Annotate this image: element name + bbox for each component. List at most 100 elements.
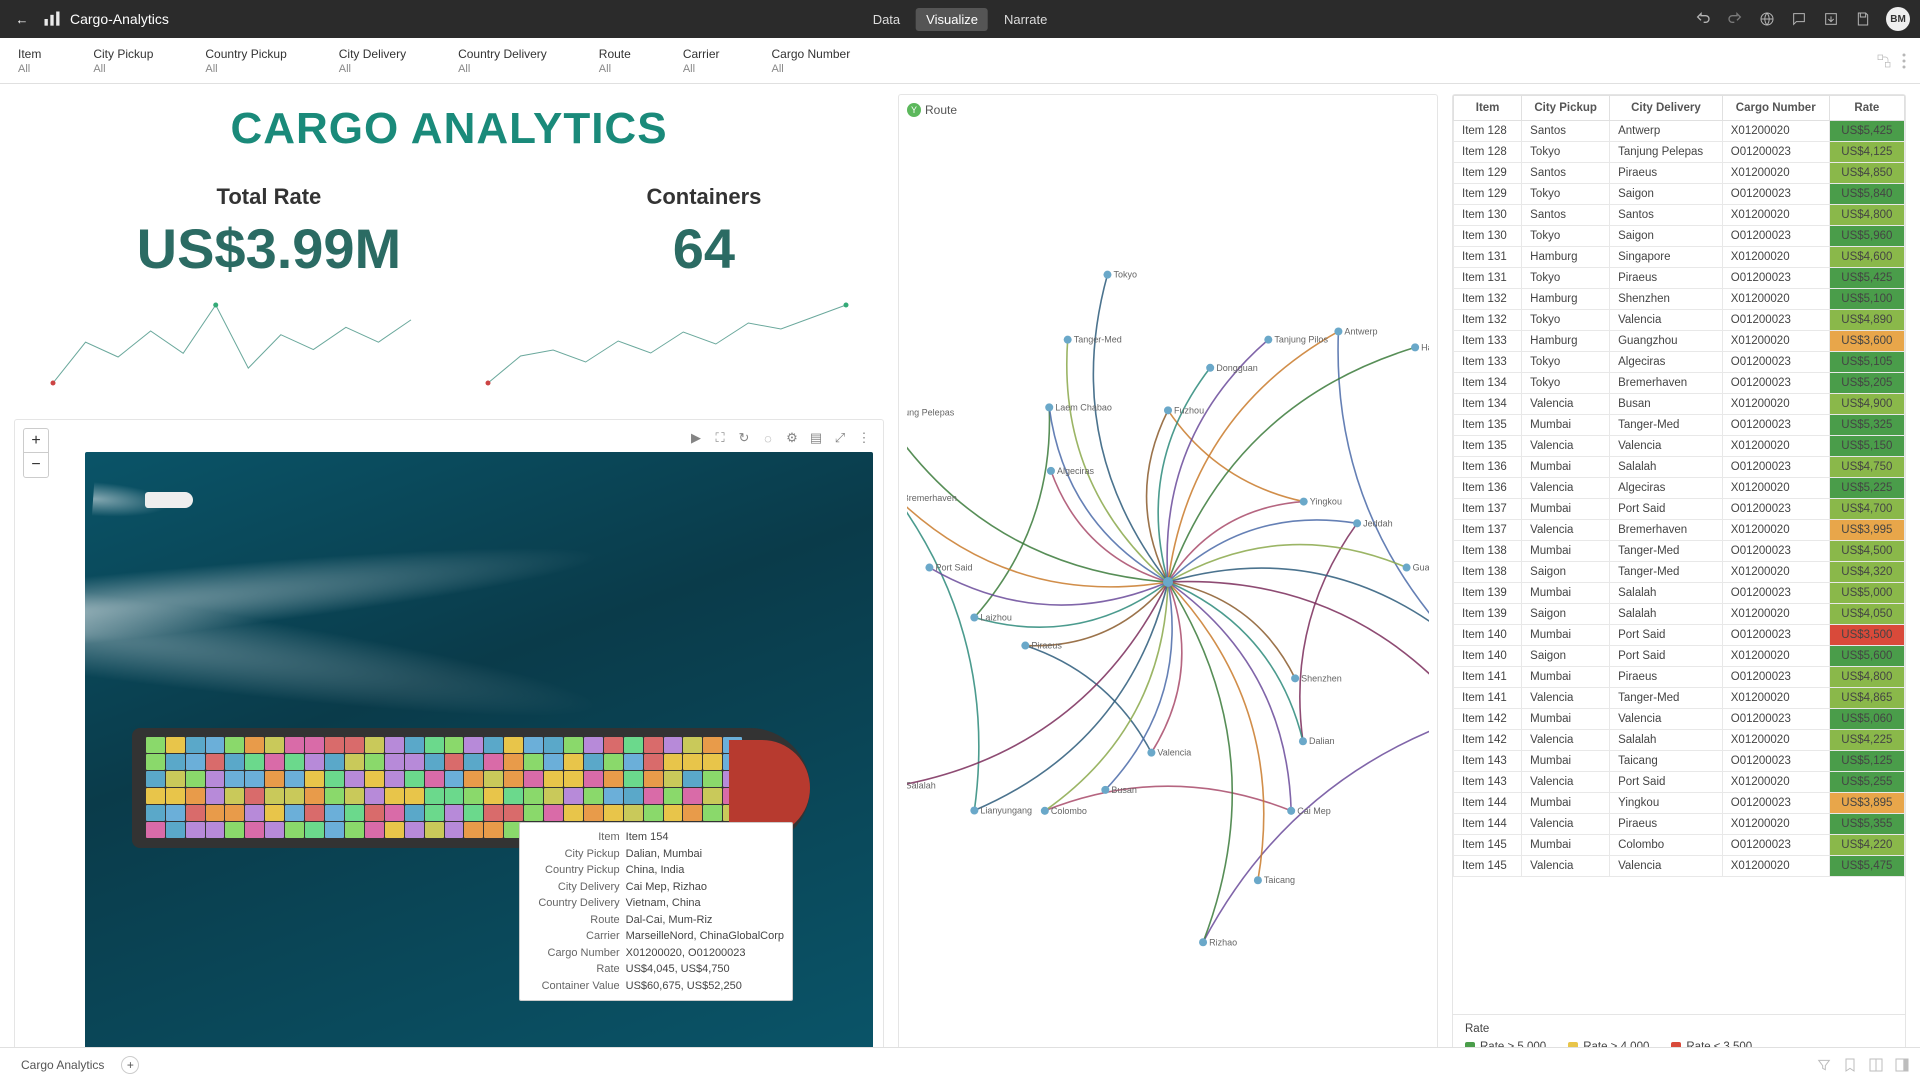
svg-text:Antwerp: Antwerp [1344,326,1377,336]
nav-narrate[interactable]: Narrate [994,8,1057,31]
table-row[interactable]: Item 143MumbaiTaicangO01200023US$5,125 [1454,751,1905,772]
table-row[interactable]: Item 128TokyoTanjung PelepasO01200023US$… [1454,142,1905,163]
more-icon[interactable] [1902,53,1906,69]
table-row[interactable]: Item 129TokyoSaigonO01200023US$5,840 [1454,184,1905,205]
filter-city-pickup[interactable]: City PickupAll [93,47,153,75]
col-city-pickup[interactable]: City Pickup [1522,96,1610,121]
link-icon[interactable] [1876,53,1892,69]
svg-text:Shenzhen: Shenzhen [1301,673,1342,683]
network-graph[interactable]: FuzhouDongguanTanjung PilosAntwerpHambur… [907,117,1429,1047]
svg-text:Tanjung Pelepas: Tanjung Pelepas [907,407,955,417]
zoom-in-button[interactable]: + [24,429,48,453]
zoom-out-button[interactable]: − [24,453,48,477]
filter-city-delivery[interactable]: City DeliveryAll [339,47,406,75]
map-gear-icon[interactable]: ⚙ [783,429,801,447]
col-rate[interactable]: Rate [1829,96,1904,121]
back-button[interactable]: ← [10,12,34,27]
table-row[interactable]: Item 137MumbaiPort SaidO01200023US$4,700 [1454,499,1905,520]
kpi-total-rate-value: US$3.99M [137,216,402,281]
comment-icon[interactable] [1790,10,1808,28]
sparkline-rate [47,299,417,389]
kpi-total-rate-label: Total Rate [137,184,402,210]
table-row[interactable]: Item 143ValenciaPort SaidX01200020US$5,2… [1454,772,1905,793]
table-row[interactable]: Item 135MumbaiTanger-MedO01200023US$5,32… [1454,415,1905,436]
sheet-tab[interactable]: Cargo Analytics [10,1053,115,1077]
svg-text:Dalian: Dalian [1309,736,1335,746]
table-row[interactable]: Item 128SantosAntwerpX01200020US$5,425 [1454,121,1905,142]
table-row[interactable]: Item 139SaigonSalalahX01200020US$4,050 [1454,604,1905,625]
network-title: Route [925,103,957,117]
svg-text:Bremerhaven: Bremerhaven [907,493,957,503]
svg-text:Cai Mep: Cai Mep [1297,806,1331,816]
save-icon[interactable] [1854,10,1872,28]
globe-icon[interactable] [1758,10,1776,28]
layout-split-icon[interactable] [1868,1057,1884,1073]
table-row[interactable]: Item 138MumbaiTanger-MedO01200023US$4,50… [1454,541,1905,562]
table-row[interactable]: Item 132HamburgShenzhenX01200020US$5,100 [1454,289,1905,310]
table-row[interactable]: Item 136ValenciaAlgecirasX01200020US$5,2… [1454,478,1905,499]
svg-text:Tanjung Pilos: Tanjung Pilos [1274,335,1328,345]
filter-item[interactable]: ItemAll [18,47,41,75]
map-more-icon[interactable]: ⋮ [855,429,873,447]
table-row[interactable]: Item 144ValenciaPiraeusX01200020US$5,355 [1454,814,1905,835]
filter-footer-icon[interactable] [1816,1057,1832,1073]
undo-icon[interactable] [1694,10,1712,28]
filter-route[interactable]: RouteAll [599,47,631,75]
col-city-delivery[interactable]: City Delivery [1610,96,1723,121]
table-row[interactable]: Item 130TokyoSaigonO01200023US$5,960 [1454,226,1905,247]
nav-data[interactable]: Data [863,8,910,31]
bookmark-footer-icon[interactable] [1842,1057,1858,1073]
table-row[interactable]: Item 145MumbaiColomboO01200023US$4,220 [1454,835,1905,856]
table-row[interactable]: Item 138SaigonTanger-MedX01200020US$4,32… [1454,562,1905,583]
sparkline-containers [482,299,852,389]
map-fullscreen-icon[interactable]: ⤢ [831,429,849,447]
svg-text:Laem Chabao: Laem Chabao [1055,402,1112,412]
map-lasso-icon[interactable]: ◌ [759,429,777,447]
page-title: CARGO ANALYTICS [14,104,884,154]
filter-country-delivery[interactable]: Country DeliveryAll [458,47,547,75]
data-table[interactable]: ItemCity PickupCity DeliveryCargo Number… [1453,95,1905,1014]
map-extent-icon[interactable]: ⛶ [711,429,729,447]
table-row[interactable]: Item 133TokyoAlgecirasO01200023US$5,105 [1454,352,1905,373]
layout-right-icon[interactable] [1894,1057,1910,1073]
filter-country-pickup[interactable]: Country PickupAll [205,47,286,75]
table-row[interactable]: Item 144MumbaiYingkouO01200023US$3,895 [1454,793,1905,814]
table-row[interactable]: Item 134ValenciaBusanX01200020US$4,900 [1454,394,1905,415]
table-row[interactable]: Item 141MumbaiPiraeusO01200023US$4,800 [1454,667,1905,688]
table-row[interactable]: Item 137ValenciaBremerhavenX01200020US$3… [1454,520,1905,541]
table-row[interactable]: Item 135ValenciaValenciaX01200020US$5,15… [1454,436,1905,457]
svg-text:Piraeus: Piraeus [1031,641,1062,651]
filter-cargo-number[interactable]: Cargo NumberAll [772,47,851,75]
filter-carrier[interactable]: CarrierAll [683,47,720,75]
table-row[interactable]: Item 133HamburgGuangzhouX01200020US$3,60… [1454,331,1905,352]
table-row[interactable]: Item 140SaigonPort SaidX01200020US$5,600 [1454,646,1905,667]
redo-icon[interactable] [1726,10,1744,28]
nav-visualize[interactable]: Visualize [916,8,988,31]
avatar[interactable]: BM [1886,7,1910,31]
svg-text:Salalah: Salalah [907,780,936,790]
table-row[interactable]: Item 136MumbaiSalalahO01200023US$4,750 [1454,457,1905,478]
export-icon[interactable] [1822,10,1840,28]
add-sheet-button[interactable]: + [121,1056,139,1074]
map-refresh-icon[interactable]: ↻ [735,429,753,447]
network-panel[interactable]: Y Route FuzhouDongguanTanjung PilosAntwe… [898,94,1438,1062]
table-row[interactable]: Item 139MumbaiSalalahO01200023US$5,000 [1454,583,1905,604]
table-row[interactable]: Item 132TokyoValenciaO01200023US$4,890 [1454,310,1905,331]
table-row[interactable]: Item 142ValenciaSalalahX01200020US$4,225 [1454,730,1905,751]
table-row[interactable]: Item 129SantosPiraeusX01200020US$4,850 [1454,163,1905,184]
table-row[interactable]: Item 131TokyoPiraeusO01200023US$5,425 [1454,268,1905,289]
col-cargo-number[interactable]: Cargo Number [1722,96,1829,121]
map-layers-icon[interactable]: ▤ [807,429,825,447]
table-row[interactable]: Item 140MumbaiPort SaidO01200023US$3,500 [1454,625,1905,646]
table-row[interactable]: Item 134TokyoBremerhavenO01200023US$5,20… [1454,373,1905,394]
col-item[interactable]: Item [1454,96,1522,121]
table-row[interactable]: Item 141ValenciaTanger-MedX01200020US$4,… [1454,688,1905,709]
table-row[interactable]: Item 142MumbaiValenciaO01200023US$5,060 [1454,709,1905,730]
table-row[interactable]: Item 131HamburgSingaporeX01200020US$4,60… [1454,247,1905,268]
map-play-icon[interactable]: ▶ [687,429,705,447]
kpi-containers-value: 64 [646,216,761,281]
table-row[interactable]: Item 145ValenciaValenciaX01200020US$5,47… [1454,856,1905,877]
table-row[interactable]: Item 130SantosSantosX01200020US$4,800 [1454,205,1905,226]
svg-text:Yingkou: Yingkou [1310,497,1342,507]
map-card[interactable]: + − ▶ ⛶ ↻ ◌ ⚙ ▤ ⤢ ⋮ [14,419,884,1062]
